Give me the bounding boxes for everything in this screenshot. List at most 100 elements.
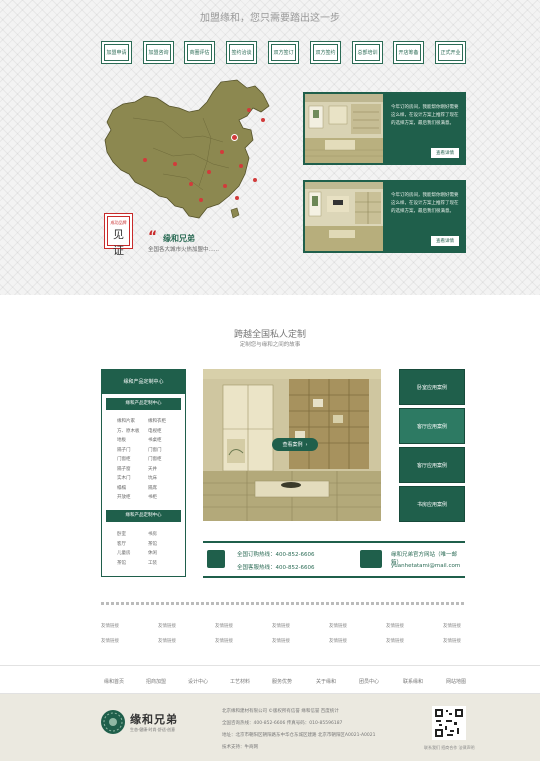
category-item[interactable]: 书柜 — [148, 494, 179, 500]
category-item[interactable]: 卧室 — [117, 531, 148, 537]
footer-nav-join[interactable]: 招商加盟 — [146, 678, 166, 685]
friend-link[interactable]: 友情链接 — [158, 623, 176, 629]
service-hotline: 全国客服热线：400-852-6606 — [237, 565, 315, 571]
pin-icon[interactable] — [173, 162, 177, 166]
order-hotline: 全国订购热线：400-852-6606 — [237, 552, 315, 558]
china-map — [103, 78, 288, 223]
category-item[interactable]: 坑床 — [148, 475, 179, 481]
category-item[interactable]: 门窗门 — [148, 447, 179, 453]
category-item[interactable]: 隔子窗 — [117, 466, 148, 472]
friend-link[interactable]: 友情链接 — [386, 623, 404, 629]
pin-icon[interactable] — [235, 196, 239, 200]
category-item[interactable]: 儿童房 — [117, 550, 148, 556]
view-case-button[interactable]: 查看案例 › — [272, 438, 318, 451]
footer-logo-sub: 生态·健康·时尚·舒适·创意 — [130, 727, 176, 732]
category-item[interactable]: 隔席 — [148, 485, 179, 491]
category-item[interactable]: 客厅 — [117, 541, 148, 547]
category-item[interactable]: 休闲 — [148, 550, 179, 556]
category-subheader: 缘和产品定制中心 — [106, 398, 181, 410]
friend-link[interactable]: 友情链接 — [101, 638, 119, 644]
category-item[interactable]: 开放柜 — [117, 494, 148, 500]
friend-link[interactable]: 友情链接 — [101, 623, 119, 629]
case-text: 今年订的房间，我能帮你刚好需要这么样，在设计方案上推荐了现在的选择方案，最后我们… — [391, 193, 459, 214]
category-panel: 缘和产品定制中心 缘和产品定制中心 缘和片家 缘和衣柜 方、原木板 电视柜 地板… — [101, 369, 186, 577]
footer-nav: 缘和首页 招商加盟 设计中心 工艺材料 服务优势 关于缘和 团员中心 联系缘和 … — [0, 665, 540, 694]
pin-icon[interactable] — [207, 170, 211, 174]
footer-nav-about[interactable]: 关于缘和 — [316, 678, 336, 685]
footer-nav-service[interactable]: 服务优势 — [272, 678, 292, 685]
friend-link[interactable]: 友情链接 — [386, 638, 404, 644]
footer-nav-home[interactable]: 缘和首页 — [104, 678, 124, 685]
category-item[interactable]: 书桌柜 — [148, 437, 179, 443]
step-contract[interactable]: 双方签约 — [310, 41, 341, 64]
category-item[interactable]: 缘和片家 — [117, 418, 148, 424]
cart-icon — [207, 550, 225, 568]
category-header: 缘和产品定制中心 — [102, 370, 185, 394]
tab-living-room[interactable]: 客厅应用案例 — [399, 408, 465, 444]
friend-link[interactable]: 友情链接 — [272, 623, 290, 629]
step-prepare[interactable]: 开店筹备 — [393, 41, 424, 64]
case-detail-button[interactable]: 查看详情 — [431, 236, 459, 246]
category-item[interactable]: 方、原木板 — [117, 428, 148, 434]
category-item[interactable]: 茶馆 — [148, 541, 179, 547]
tab-study[interactable]: 书房应用案例 — [399, 486, 465, 522]
friend-link[interactable]: 友情链接 — [215, 623, 233, 629]
pin-icon[interactable] — [199, 198, 203, 202]
footer-nav-design[interactable]: 设计中心 — [188, 678, 208, 685]
pin-icon[interactable] — [261, 118, 265, 122]
tab-bedroom[interactable]: 卧室应用案例 — [399, 369, 465, 405]
tab-living-room-2[interactable]: 客厅应用案例 — [399, 447, 465, 483]
category-item[interactable]: 门窗柜 — [148, 456, 179, 462]
pin-icon[interactable] — [239, 164, 243, 168]
category-item[interactable]: 缘和衣柜 — [148, 418, 179, 424]
pin-icon[interactable] — [143, 158, 147, 162]
pin-icon[interactable] — [253, 178, 257, 182]
site-email[interactable]: yuanhetatami@mail.com — [391, 563, 460, 569]
category-item[interactable]: 书房 — [148, 531, 179, 537]
category-item[interactable]: 工装 — [148, 560, 179, 566]
friend-link[interactable]: 友情链接 — [158, 638, 176, 644]
friend-link[interactable]: 友情链接 — [443, 623, 461, 629]
footer-copyright: 北京缘和建材有限公司 ©版权所有信誉 缘和信誉 百度统计 — [222, 709, 339, 714]
case-detail-button[interactable]: 查看详情 — [431, 148, 459, 158]
category-item[interactable]: 实木门 — [117, 475, 148, 481]
qr-code — [432, 706, 466, 740]
friend-link[interactable]: 友情链接 — [443, 638, 461, 644]
footer-nav-sitemap[interactable]: 网站地图 — [446, 678, 466, 685]
pin-icon[interactable] — [247, 108, 251, 112]
category-item[interactable]: 门窗柜 — [117, 456, 148, 462]
pin-icon[interactable] — [189, 182, 193, 186]
step-consult[interactable]: 加盟咨询 — [143, 41, 174, 64]
category-item[interactable]: 榻榻 — [117, 485, 148, 491]
step-opening[interactable]: 正式开业 — [435, 41, 466, 64]
step-negotiation[interactable]: 签约洽谈 — [226, 41, 257, 64]
footer-right-links[interactable]: 联系我们 招商合作 法律声明 — [424, 745, 475, 751]
category-item[interactable]: 地板 — [117, 437, 148, 443]
footer-nav-material[interactable]: 工艺材料 — [230, 678, 250, 685]
friend-link[interactable]: 友情链接 — [215, 638, 233, 644]
footer-nav-member[interactable]: 团员中心 — [359, 678, 379, 685]
category-item[interactable]: 电视柜 — [148, 428, 179, 434]
case-card: 今年订的房间，我能帮你刚好需要这么样，在设计方案上推荐了现在的选择方案，最后我们… — [303, 180, 466, 253]
pin-icon[interactable] — [220, 150, 224, 154]
category-list: 卧室 书房 客厅 茶馆 儿童房 休闲 茶馆 工装 — [117, 531, 179, 566]
friend-link[interactable]: 友情链接 — [329, 638, 347, 644]
step-sign[interactable]: 双方签订 — [268, 41, 299, 64]
footer-support: 技术支持：牛商网 — [222, 745, 258, 750]
footer-address: 地址：北京市朝阳区朝阳路东中华仓东城区建路 北京市朝阳区A0021-A0021 — [222, 733, 376, 738]
category-item[interactable]: 隔子门 — [117, 447, 148, 453]
step-apply[interactable]: 加盟申请 — [101, 41, 132, 64]
category-item[interactable]: 天井 — [148, 466, 179, 472]
footer-nav-contact[interactable]: 联系缘和 — [403, 678, 423, 685]
friend-link[interactable]: 友情链接 — [329, 623, 347, 629]
step-training[interactable]: 总部培训 — [352, 41, 383, 64]
category-item[interactable]: 茶馆 — [117, 560, 148, 566]
contact-bar: 全国订购热线：400-852-6606 全国客服热线：400-852-6606 … — [203, 541, 465, 578]
pin-icon[interactable] — [223, 184, 227, 188]
mail-icon — [360, 550, 382, 568]
pin-icon[interactable] — [231, 134, 238, 141]
step-area-eval[interactable]: 商圈评估 — [184, 41, 215, 64]
friend-link[interactable]: 友情链接 — [272, 638, 290, 644]
footer-logo: 缘和兄弟 生态·健康·时尚·舒适·创意 — [100, 709, 200, 737]
section-title: 跨越全国私人定制 — [233, 330, 306, 340]
